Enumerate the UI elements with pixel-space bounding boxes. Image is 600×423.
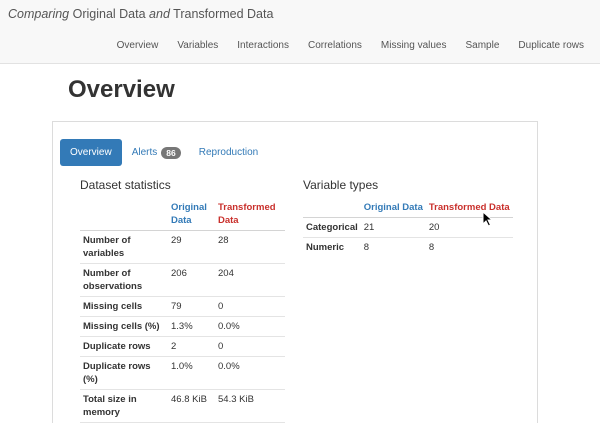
page-title: Overview <box>68 76 175 103</box>
original-value: 8 <box>363 242 370 253</box>
title-and: and <box>149 7 170 21</box>
nav-correlations[interactable]: Correlations <box>308 40 362 51</box>
transformed-value: 0.0% <box>215 356 285 390</box>
row-label: Number of variables <box>80 230 168 264</box>
original-value: 29 <box>168 230 215 264</box>
row-label: Categorical <box>303 217 361 238</box>
table-row: Number of observations 206 204 <box>80 263 285 297</box>
transformed-value: 204 <box>215 263 285 297</box>
nav-variables[interactable]: Variables <box>177 40 218 51</box>
alerts-count-badge: 86 <box>161 146 181 159</box>
top-navbar: Comparing Original Data and Transformed … <box>0 0 600 64</box>
col-transformed-header: Transformed Data <box>215 198 285 231</box>
overview-tabs: Overview Alerts 86 Reproduction <box>60 139 258 166</box>
tab-alerts[interactable]: Alerts 86 <box>131 146 181 159</box>
dataset-statistics-table: Original Data Transformed Data Number of… <box>80 198 285 423</box>
original-value: 79 <box>168 296 215 317</box>
header-empty <box>80 198 168 231</box>
table-row: Number of variables 29 28 <box>80 230 285 264</box>
table-header-row: Original Data Transformed Data <box>80 198 285 231</box>
dataset-statistics-title: Dataset statistics <box>80 178 171 192</box>
variable-types-title: Variable types <box>303 178 379 192</box>
title-comparing: Comparing <box>8 7 70 21</box>
col-original-header: Original Data <box>168 198 215 231</box>
variable-types-table: Original Data Transformed Data Categoric… <box>303 198 513 257</box>
col-transformed-header: Transformed Data <box>425 198 513 218</box>
table-row: Duplicate rows (%) 1.0% 0.0% <box>80 356 285 390</box>
row-label: Duplicate rows (%) <box>80 356 168 390</box>
table-row: Total size in memory 46.8 KiB 54.3 KiB <box>80 389 285 423</box>
row-label: Total size in memory <box>80 389 168 423</box>
transformed-value: 0 <box>215 296 285 317</box>
tab-alerts-label: Alerts <box>131 147 158 158</box>
title-original: Original Data <box>69 7 150 21</box>
title-transformed: Transformed Data <box>169 7 274 21</box>
original-value: 46.8 KiB <box>168 389 215 423</box>
nav-overview[interactable]: Overview <box>117 40 159 51</box>
table-row: Missing cells (%) 1.3% 0.0% <box>80 316 285 337</box>
original-value: 21 <box>360 217 426 238</box>
row-label: Duplicate rows <box>80 336 168 357</box>
row-label: Missing cells (%) <box>80 316 168 337</box>
col-original-header: Original Data <box>360 198 426 218</box>
row-label: Numeric <box>306 242 345 253</box>
row-label: Missing cells <box>80 296 168 317</box>
transformed-value: 8 <box>428 242 435 253</box>
transformed-value: 54.3 KiB <box>215 389 285 423</box>
nav-missing-values[interactable]: Missing values <box>381 40 447 51</box>
original-value: 206 <box>168 263 215 297</box>
transformed-value: 0.0% <box>215 316 285 337</box>
transformed-value: 0 <box>215 336 285 357</box>
mouse-cursor-icon <box>482 211 494 227</box>
table-row: Missing cells 79 0 <box>80 296 285 317</box>
table-row: Duplicate rows 2 0 <box>80 336 285 357</box>
transformed-value: 28 <box>215 230 285 264</box>
app-title[interactable]: Comparing Original Data and Transformed … <box>8 7 273 21</box>
original-value: 1.3% <box>168 316 215 337</box>
transformed-value: 20 <box>425 217 513 238</box>
original-value: 1.0% <box>168 356 215 390</box>
tab-reproduction[interactable]: Reproduction <box>199 147 258 158</box>
nav-sample[interactable]: Sample <box>466 40 500 51</box>
original-value: 2 <box>168 336 215 357</box>
row-label: Number of observations <box>80 263 168 297</box>
main-nav: Overview Variables Interactions Correlat… <box>117 40 584 51</box>
header-empty <box>303 198 361 218</box>
table-row: Numeric 8 8 <box>303 238 513 258</box>
tab-overview[interactable]: Overview <box>60 139 122 166</box>
nav-duplicate-rows[interactable]: Duplicate rows <box>518 40 584 51</box>
nav-interactions[interactable]: Interactions <box>237 40 289 51</box>
